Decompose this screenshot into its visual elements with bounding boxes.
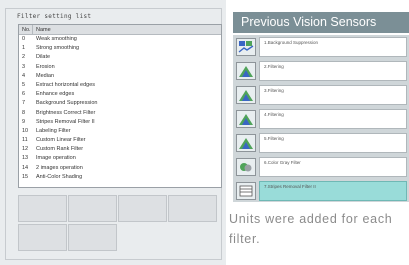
filter-name: Labeling Filter	[36, 127, 71, 134]
unit-row[interactable]: 5.Filtering	[233, 132, 409, 154]
unit-row-selected[interactable]: 7.Stripes Removal Filter II	[233, 180, 409, 202]
unit-label: 5.Filtering	[259, 133, 407, 153]
filter-name: Anti-Color Shading	[36, 173, 83, 180]
filter-name: Background Suppression	[36, 100, 98, 107]
filter-list-row[interactable]: 13 Image operation	[19, 154, 221, 163]
filter-button-4[interactable]	[168, 195, 217, 222]
filter-no: 14	[22, 164, 29, 171]
filter-no: 7	[22, 100, 26, 107]
column-header-name[interactable]: Name	[33, 25, 221, 34]
filter-name: Extract horizontal edges	[36, 81, 96, 88]
filtering-icon	[236, 134, 256, 152]
filter-name: Median	[36, 72, 55, 79]
filter-no: 10	[22, 127, 29, 134]
unit-label: 1.Background Suppression	[259, 37, 407, 57]
filtering-icon	[236, 62, 256, 80]
filter-button-2[interactable]	[68, 195, 117, 222]
filter-list-row[interactable]: 6 Enhance edges	[19, 90, 221, 99]
unit-row[interactable]: 4.Filtering	[233, 108, 409, 130]
filter-setting-panel: Filter setting list No. Name 0 Weak smoot…	[0, 0, 226, 265]
caption: Units were added for each filter.	[229, 212, 393, 246]
unit-row[interactable]: 3.Filtering	[233, 84, 409, 106]
filter-name: Weak smoothing	[36, 36, 77, 42]
filter-setting-title: Filter setting list	[15, 13, 94, 20]
filter-no: 3	[22, 63, 26, 70]
filter-no: 1	[22, 45, 26, 52]
color-gray-filter-icon	[236, 158, 256, 176]
filter-list-row[interactable]: 10 Labeling Filter	[19, 127, 221, 136]
unit-stack: 1.Background Suppression 2.Filtering 3.F…	[233, 35, 409, 202]
column-header-no[interactable]: No.	[19, 25, 33, 34]
unit-label: 7.Stripes Removal Filter II	[259, 181, 407, 201]
unit-row[interactable]: 1.Background Suppression	[233, 36, 409, 58]
filter-list-row[interactable]: 14 2 images operation	[19, 164, 221, 173]
filter-no: 12	[22, 146, 29, 153]
unit-label: 6.Color Gray Filter	[259, 157, 407, 177]
filter-list-row[interactable]: 9 Stripes Removal Filter II	[19, 118, 221, 127]
filter-name: Enhance edges	[36, 91, 75, 98]
unit-row[interactable]: 2.Filtering	[233, 60, 409, 82]
filter-name: Brightness Correct Filter	[36, 109, 96, 116]
filter-no: 2	[22, 54, 26, 61]
filter-no: 5	[22, 81, 26, 88]
filter-name: Image operation	[36, 155, 76, 162]
filter-button-5[interactable]	[18, 224, 67, 251]
filter-list-row[interactable]: 1 Strong smoothing	[19, 44, 221, 53]
filter-name: Custom Linear Filter	[36, 137, 86, 144]
filter-no: 9	[22, 118, 26, 125]
filter-list-row[interactable]: 2 Dilate	[19, 53, 221, 62]
filter-no: 13	[22, 155, 29, 162]
unit-label: 2.Filtering	[259, 61, 407, 81]
filter-button-1[interactable]	[18, 195, 67, 222]
filter-setting-group: Filter setting list No. Name 0 Weak smoot…	[5, 8, 222, 260]
filter-list-row[interactable]: 4 Median	[19, 72, 221, 81]
filter-no: 4	[22, 72, 26, 79]
filter-list-row[interactable]: 8 Brightness Correct Filter	[19, 109, 221, 118]
filter-list-row[interactable]: 7 Background Suppression	[19, 99, 221, 108]
unit-label: 4.Filtering	[259, 109, 407, 129]
filter-list-row[interactable]: 11 Custom Linear Filter	[19, 136, 221, 145]
filter-list-row[interactable]: 5 Extract horizontal edges	[19, 81, 221, 90]
filter-name: Strong smoothing	[36, 45, 80, 52]
filter-list-row[interactable]: 12 Custom Rank Filter	[19, 145, 221, 154]
unit-label: 3.Filtering	[259, 85, 407, 105]
background-suppression-icon	[236, 38, 256, 56]
filter-list-row[interactable]: 15 Anti-Color Shading	[19, 173, 221, 182]
filter-button-3[interactable]	[118, 195, 167, 222]
filter-name: Custom Rank Filter	[36, 146, 84, 153]
filtering-icon	[236, 86, 256, 104]
filter-no: 6	[22, 91, 26, 98]
stripes-removal-icon	[236, 182, 256, 200]
filter-name: Stripes Removal Filter II	[36, 118, 95, 125]
filter-list-rows: 0 Weak smoothing 1 Strong smoothing 2 Dilate 3…	[19, 35, 221, 182]
filter-list-row[interactable]: 3 Erosion	[19, 63, 221, 72]
filter-no: 15	[22, 173, 29, 180]
filter-no: 11	[22, 137, 28, 144]
filter-name: 2 images operation	[36, 164, 83, 171]
filter-no: 8	[22, 109, 26, 116]
filter-name: Dilate	[36, 54, 51, 61]
filtering-icon	[236, 110, 256, 128]
filter-name: Erosion	[36, 63, 55, 70]
previous-sensors-title: Previous Vision Sensors	[233, 12, 409, 33]
filter-no: 0	[22, 36, 26, 42]
unit-row[interactable]: 6.Color Gray Filter	[233, 156, 409, 178]
filter-list-header: No. Name	[19, 25, 221, 35]
filter-list[interactable]: No. Name 0 Weak smoothing 1 Strong smoothin…	[18, 24, 222, 188]
filter-list-row[interactable]: 0 Weak smoothing	[19, 35, 221, 44]
filter-button-6[interactable]	[68, 224, 117, 251]
